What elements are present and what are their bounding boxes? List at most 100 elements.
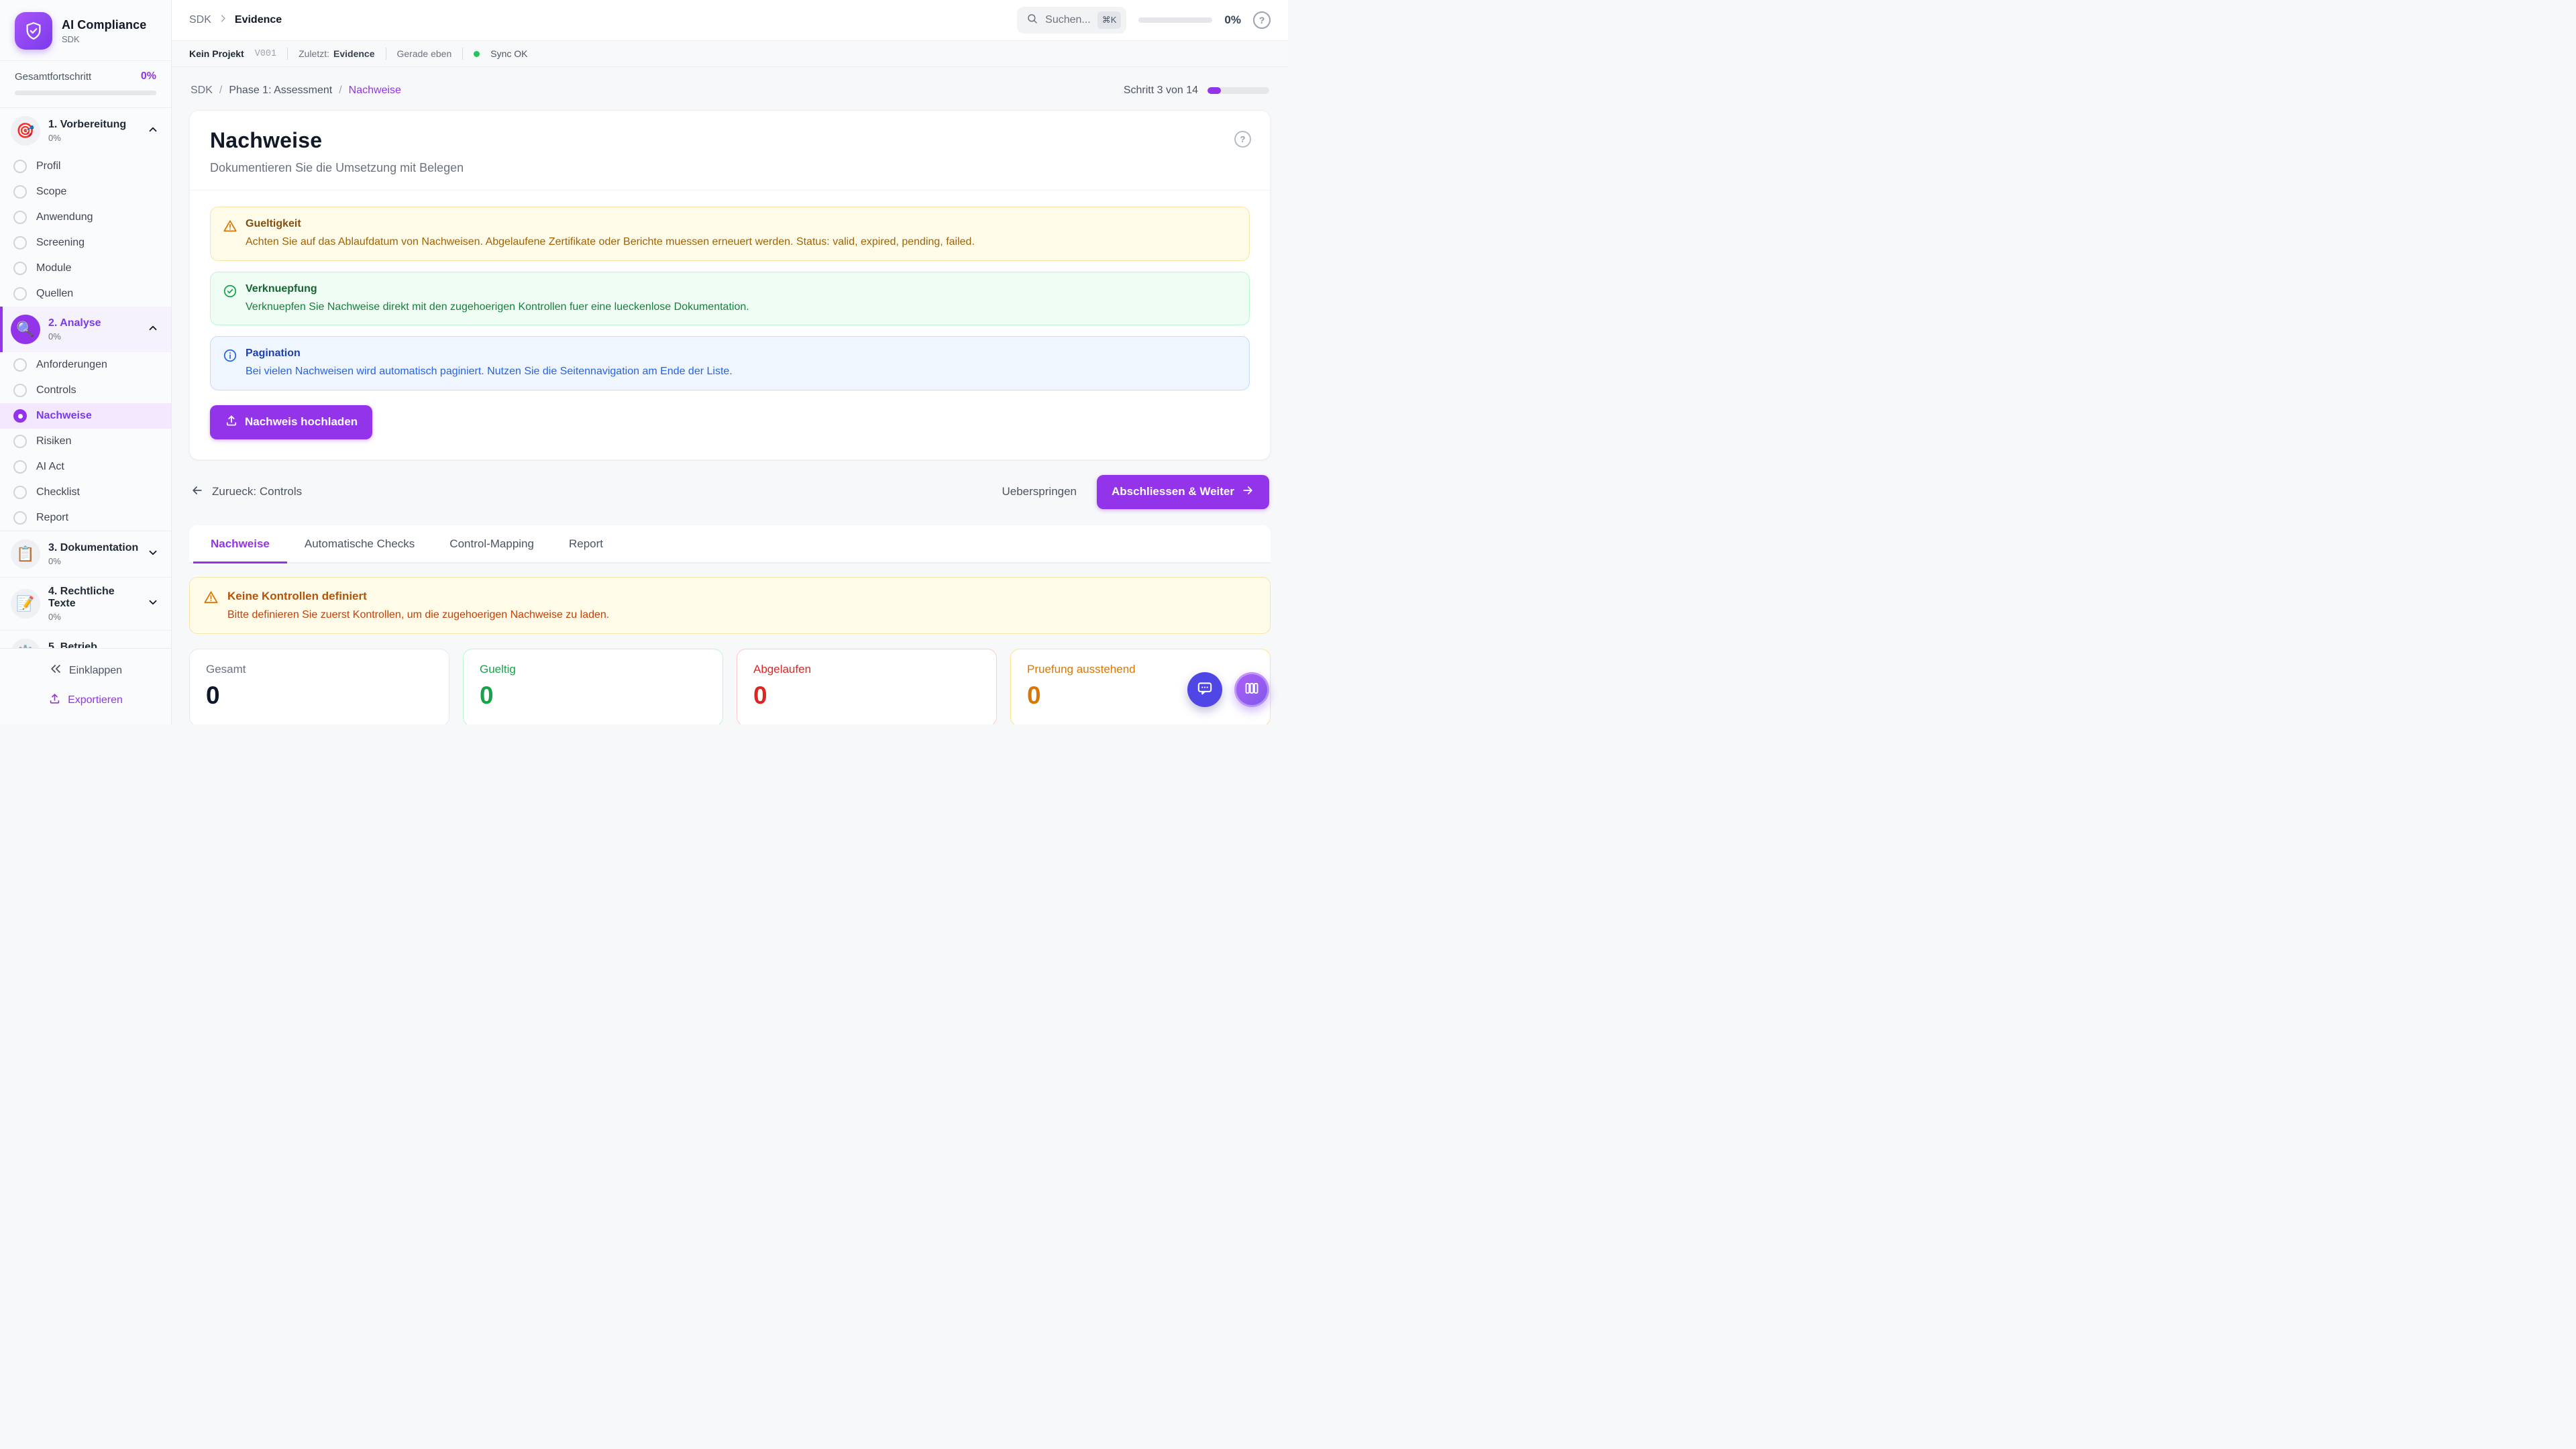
- arrow-left-icon: [191, 484, 204, 500]
- section-title: 3. Dokumentation: [48, 542, 139, 554]
- sidebar-section-vorbereitung[interactable]: 🎯 1. Vorbereitung 0%: [0, 108, 171, 154]
- page-title: Nachweise: [210, 128, 1250, 153]
- chat-assistant-button[interactable]: [1187, 672, 1222, 707]
- section-title: 5. Betrieb: [48, 641, 139, 648]
- complete-and-next-button[interactable]: Abschliessen & Weiter: [1097, 475, 1269, 509]
- note-text: Achten Sie auf das Ablaufdatum von Nachw…: [246, 235, 975, 250]
- shield-check-icon: [15, 12, 52, 50]
- tab-control-mapping[interactable]: Control-Mapping: [432, 525, 551, 564]
- sidebar-section-dokumentation[interactable]: 📋 3. Dokumentation 0%: [0, 531, 171, 577]
- step-radio-icon: [13, 287, 27, 301]
- tab-nachweise[interactable]: Nachweise: [193, 525, 287, 564]
- sidebar-item-module[interactable]: Module: [0, 256, 171, 281]
- upload-evidence-button[interactable]: Nachweis hochladen: [210, 405, 372, 439]
- overall-progress-label: Gesamtfortschritt: [15, 71, 91, 83]
- tab-bar: Nachweise Automatische Checks Control-Ma…: [189, 525, 1271, 564]
- target-icon: 🎯: [11, 116, 40, 146]
- step-radio-icon: [13, 185, 27, 199]
- topbar: SDK Evidence Suchen... ⌘K 0% ?: [172, 0, 1288, 40]
- search-input[interactable]: Suchen... ⌘K: [1017, 7, 1126, 34]
- warning-title: Keine Kontrollen definiert: [227, 590, 609, 603]
- sidebar-item-anforderungen[interactable]: Anforderungen: [0, 352, 171, 378]
- page-breadcrumb: SDK / Phase 1: Assessment / Nachweise Sc…: [191, 85, 1269, 97]
- sidebar-item-risiken[interactable]: Risiken: [0, 429, 171, 454]
- validity-warning-note: Gueltigkeit Achten Sie auf das Ablaufdat…: [210, 207, 1250, 261]
- divider: [287, 48, 288, 60]
- stat-card-abgelaufen: Abgelaufen 0: [737, 649, 997, 724]
- page-content: SDK / Phase 1: Assessment / Nachweise Sc…: [172, 67, 1288, 724]
- breadcrumb-current: Evidence: [235, 14, 282, 26]
- sidebar-item-checklist[interactable]: Checklist: [0, 480, 171, 505]
- sidebar-item-nachweise[interactable]: Nachweise: [0, 403, 171, 429]
- nachweise-card: Nachweise Dokumentieren Sie die Umsetzun…: [189, 110, 1271, 460]
- clipboard-icon: 📋: [11, 539, 40, 569]
- step-radio-icon: [13, 435, 27, 448]
- step-radio-icon: [13, 262, 27, 275]
- step-radio-icon: [13, 511, 27, 525]
- sidebar-item-screening[interactable]: Screening: [0, 230, 171, 256]
- step-radio-icon: [13, 236, 27, 250]
- section-title: 4. Rechtliche Texte: [48, 586, 139, 610]
- app-window: AI Compliance SDK Gesamtfortschritt 0% 🎯…: [0, 0, 1288, 724]
- sidebar-section-analyse[interactable]: 🔍 2. Analyse 0%: [0, 307, 171, 352]
- help-icon[interactable]: ?: [1253, 11, 1271, 29]
- search-icon: [1026, 13, 1038, 28]
- topbar-progress-value: 0%: [1224, 13, 1241, 27]
- skip-button[interactable]: Ueberspringen: [1002, 485, 1077, 498]
- step-radio-icon: [13, 460, 27, 474]
- sidebar-section-rechtliche-texte[interactable]: 📝 4. Rechtliche Texte 0%: [0, 577, 171, 630]
- collapse-sidebar-button[interactable]: Einklappen: [49, 662, 122, 679]
- upload-icon: [48, 692, 61, 708]
- info-circle-icon: [223, 348, 237, 363]
- sync-status-dot: [474, 51, 480, 57]
- breadcrumb-root[interactable]: SDK: [189, 14, 211, 26]
- step-counter: Schritt 3 von 14: [1124, 85, 1198, 97]
- note-title: Pagination: [246, 347, 733, 360]
- arrow-right-icon: [1241, 484, 1254, 500]
- tab-automatische-checks[interactable]: Automatische Checks: [287, 525, 432, 564]
- breadcrumb-root[interactable]: SDK: [191, 85, 213, 97]
- overall-progress-value: 0%: [141, 70, 156, 83]
- section-title: 1. Vorbereitung: [48, 119, 139, 131]
- project-name: Kein Projekt: [189, 48, 244, 59]
- check-circle-icon: [223, 284, 237, 299]
- pagination-info-note: Pagination Bei vielen Nachweisen wird au…: [210, 336, 1250, 390]
- last-step-label: Zuletzt:: [299, 48, 329, 59]
- section-percent: 0%: [48, 612, 139, 622]
- sidebar-item-profil[interactable]: Profil: [0, 154, 171, 179]
- warning-triangle-icon: [223, 219, 237, 233]
- gear-icon: ⚙️: [11, 639, 40, 648]
- section-percent: 0%: [48, 133, 139, 143]
- app-title: AI Compliance: [62, 18, 146, 32]
- app-subtitle: SDK: [62, 34, 146, 44]
- tab-report[interactable]: Report: [551, 525, 621, 564]
- sidebar-item-scope[interactable]: Scope: [0, 179, 171, 205]
- card-header: Nachweise Dokumentieren Sie die Umsetzun…: [190, 111, 1270, 191]
- back-to-controls-link[interactable]: Zurueck: Controls: [191, 484, 302, 500]
- note-text: Bei vielen Nachweisen wird automatisch p…: [246, 364, 733, 379]
- panel-layout-button[interactable]: [1234, 672, 1269, 707]
- sidebar-section-betrieb[interactable]: ⚙️ 5. Betrieb 0%: [0, 630, 171, 648]
- evidence-stats: Gesamt 0 Gueltig 0 Abgelaufen 0 Pruefung…: [189, 649, 1271, 724]
- floating-buttons: [1187, 672, 1269, 707]
- columns-icon: [1244, 680, 1260, 700]
- section-percent: 0%: [48, 331, 139, 341]
- sidebar-item-report[interactable]: Report: [0, 505, 171, 531]
- note-title: Verknuepfung: [246, 283, 749, 295]
- sidebar-item-controls[interactable]: Controls: [0, 378, 171, 403]
- last-step-value: Evidence: [333, 48, 374, 59]
- app-logo-block: AI Compliance SDK: [0, 0, 171, 61]
- upload-icon: [225, 414, 238, 431]
- export-button[interactable]: Exportieren: [48, 692, 123, 708]
- sidebar-item-ai-act[interactable]: AI Act: [0, 454, 171, 480]
- sidebar-footer: Einklappen Exportieren: [0, 648, 171, 724]
- step-radio-icon: [13, 486, 27, 499]
- sidebar-item-quellen[interactable]: Quellen: [0, 281, 171, 307]
- topbar-breadcrumb: SDK Evidence: [189, 13, 282, 27]
- step-radio-icon: [13, 160, 27, 173]
- chevron-up-icon: [147, 322, 159, 337]
- breadcrumb-phase[interactable]: Phase 1: Assessment: [229, 85, 332, 97]
- help-icon[interactable]: ?: [1234, 131, 1251, 148]
- sidebar-item-anwendung[interactable]: Anwendung: [0, 205, 171, 230]
- status-bar: Kein Projekt V001 Zuletzt: Evidence Gera…: [172, 40, 1288, 67]
